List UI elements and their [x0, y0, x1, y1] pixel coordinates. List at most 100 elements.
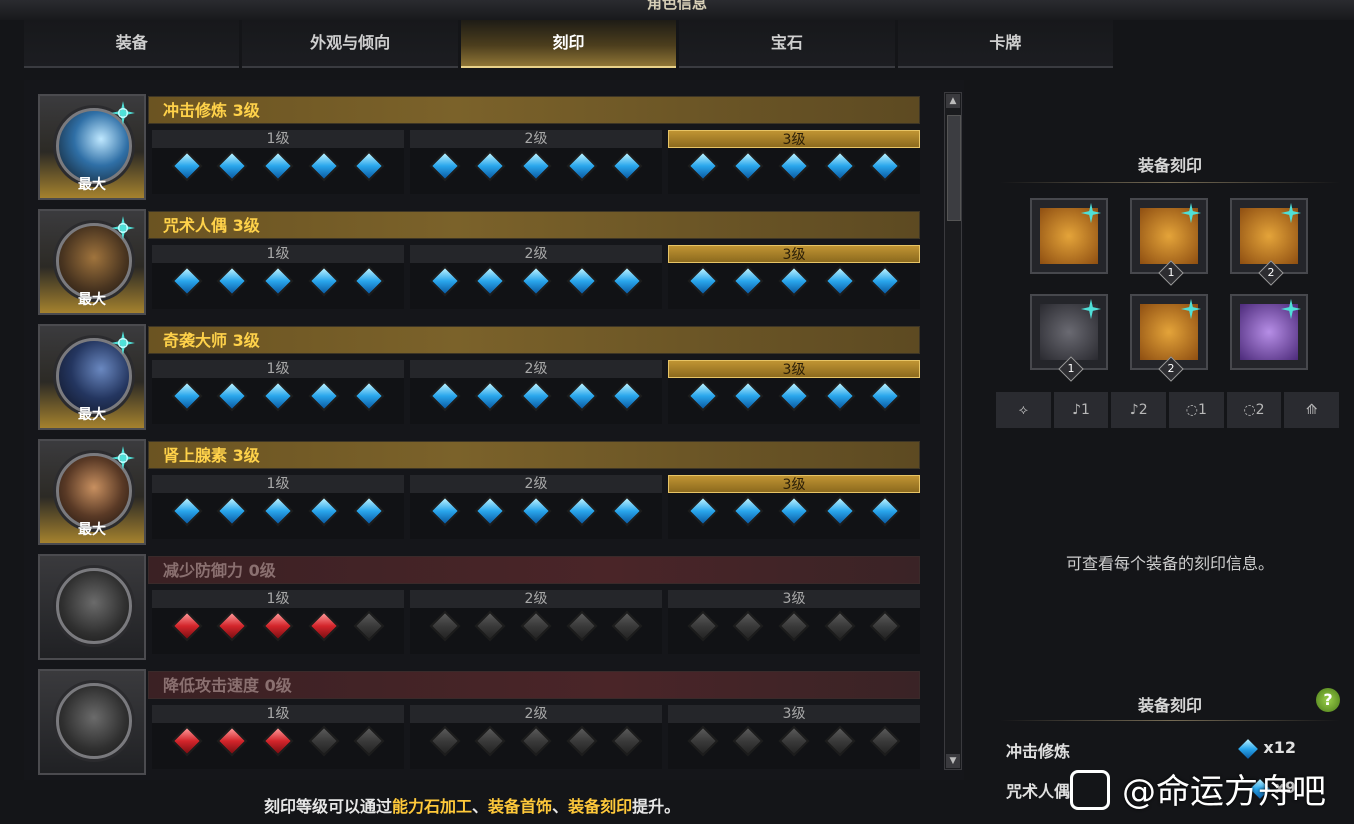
level-label: 1级: [152, 475, 404, 493]
level-block: 3级: [668, 705, 920, 769]
engraving-name: 冲击修炼 3级: [148, 96, 920, 124]
level-label: 1级: [152, 360, 404, 378]
empty-gem-icon: [474, 725, 506, 757]
blue-gem-icon: [216, 265, 248, 297]
engraving-row[interactable]: 最大 冲击修炼 3级 1级 2级 3级: [38, 94, 924, 200]
scroll-thumb[interactable]: [947, 115, 961, 221]
level-label: 1级: [152, 590, 404, 608]
empty-gem-icon: [474, 610, 506, 642]
blue-gem-icon: [520, 495, 552, 527]
blue-gem-icon: [429, 150, 461, 182]
slot-necklace[interactable]: [1030, 198, 1108, 274]
blue-gem-icon: [308, 380, 340, 412]
empty-gem-icon: [687, 610, 719, 642]
empty-gem-icon: [429, 610, 461, 642]
level-label: 2级: [410, 130, 662, 148]
empty-gem-icon: [732, 610, 764, 642]
blue-gem-icon: [778, 380, 810, 412]
engraving-star-icon: [1280, 298, 1302, 320]
level-label: 3级: [668, 245, 920, 263]
blue-gem-icon: [353, 380, 385, 412]
slot-earring-1[interactable]: 1: [1130, 198, 1208, 286]
slot-ring-1[interactable]: 1: [1030, 294, 1108, 382]
engraving-row[interactable]: 降低攻击速度 0级 1级 2级 3级: [38, 669, 924, 775]
tab-engraving[interactable]: 刻印: [460, 20, 677, 68]
slot-badge: 2: [1258, 260, 1284, 286]
blue-gem-icon: [353, 150, 385, 182]
engraving-star-icon: [110, 330, 136, 356]
max-label: 最大: [78, 292, 106, 308]
engraving-row[interactable]: 减少防御力 0级 1级 2级 3级: [38, 554, 924, 660]
empty-gem-icon: [732, 725, 764, 757]
engraving-row[interactable]: 最大 肾上腺素 3级 1级 2级 3级: [38, 439, 924, 545]
help-icon[interactable]: ?: [1316, 688, 1340, 712]
blue-gem-icon: [353, 495, 385, 527]
filter-earring-1[interactable]: ♪1: [1053, 392, 1109, 428]
engraving-name: 肾上腺素 3级: [148, 441, 920, 469]
blue-gem-icon: [566, 150, 598, 182]
empty-gem-icon: [611, 725, 643, 757]
blue-gem-icon: [824, 150, 856, 182]
level-block: 3级: [668, 590, 920, 654]
engraving-name: 咒术人偶 3级: [148, 211, 920, 239]
blue-gem-icon: [429, 380, 461, 412]
blue-gem-icon: [262, 380, 294, 412]
filter-earring-2[interactable]: ♪2: [1111, 392, 1167, 428]
level-block: 1级: [152, 245, 404, 309]
empty-gem-icon: [824, 610, 856, 642]
max-label: 最大: [78, 177, 106, 193]
scroll-down-icon[interactable]: ▼: [946, 754, 960, 768]
blue-gem-icon: [824, 265, 856, 297]
gem-icon: [1238, 738, 1259, 759]
red-gem-icon: [262, 725, 294, 757]
level-label: 2级: [410, 590, 662, 608]
engraving-star-icon: [110, 445, 136, 471]
empty-gem-icon: [869, 610, 901, 642]
slot-earring-2[interactable]: 2: [1230, 198, 1308, 286]
filter-ring-1[interactable]: ◌1: [1169, 392, 1224, 428]
divider: [1000, 720, 1340, 721]
engraving-portrait: [38, 554, 146, 660]
tab-appearance[interactable]: 外观与倾向: [242, 20, 458, 68]
defense-reduction-icon: [56, 568, 132, 644]
tab-gems[interactable]: 宝石: [679, 20, 895, 68]
filter-necklace[interactable]: ⟡: [996, 392, 1051, 428]
engraving-name: 减少防御力 0级: [148, 556, 920, 584]
blue-gem-icon: [687, 150, 719, 182]
blue-gem-icon: [474, 150, 506, 182]
blue-gem-icon: [732, 265, 764, 297]
level-label: 3级: [668, 130, 920, 148]
engraving-row[interactable]: 最大 奇袭大师 3级 1级 2级 3级: [38, 324, 924, 430]
blue-gem-icon: [611, 495, 643, 527]
engraving-star-icon: [110, 215, 136, 241]
filter-ring-2[interactable]: ◌2: [1226, 392, 1282, 428]
blue-gem-icon: [869, 380, 901, 412]
engraving-row[interactable]: 最大 咒术人偶 3级 1级 2级 3级: [38, 209, 924, 315]
level-label: 1级: [152, 130, 404, 148]
blue-gem-icon: [262, 150, 294, 182]
level-label: 2级: [410, 475, 662, 493]
blue-gem-icon: [308, 150, 340, 182]
max-label: 最大: [78, 407, 106, 423]
blue-gem-icon: [520, 150, 552, 182]
red-gem-icon: [262, 610, 294, 642]
blue-gem-icon: [778, 495, 810, 527]
empty-gem-icon: [353, 610, 385, 642]
engraving-star-icon: [1180, 298, 1202, 320]
blue-gem-icon: [308, 265, 340, 297]
scroll-up-icon[interactable]: ▲: [946, 94, 960, 108]
max-label: 最大: [78, 522, 106, 538]
footer-highlight-stone: 能力石加工: [392, 797, 473, 816]
engraving-star-icon: [1080, 298, 1102, 320]
tab-equipment[interactable]: 装备: [24, 20, 240, 68]
blue-gem-icon: [778, 150, 810, 182]
empty-gem-icon: [869, 725, 901, 757]
slot-ability-stone[interactable]: [1230, 294, 1308, 370]
tab-cards[interactable]: 卡牌: [897, 20, 1114, 68]
slot-ring-2[interactable]: 2: [1130, 294, 1208, 382]
filter-ability-stone[interactable]: ⟰: [1284, 392, 1340, 428]
engraving-portrait: [38, 669, 146, 775]
scrollbar[interactable]: ▲ ▼: [944, 92, 962, 770]
empty-gem-icon: [778, 725, 810, 757]
engraving-star-icon: [1280, 202, 1302, 224]
